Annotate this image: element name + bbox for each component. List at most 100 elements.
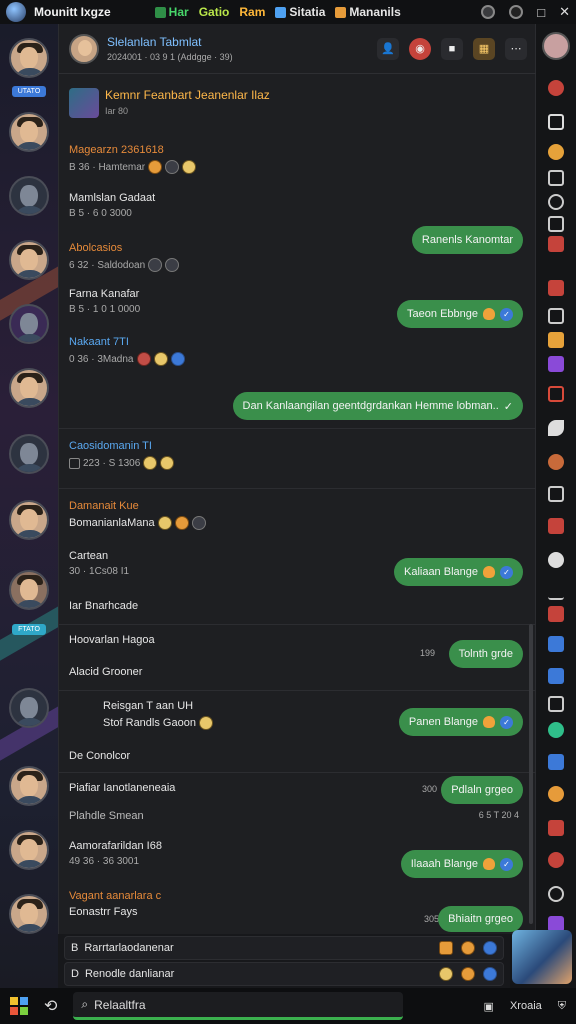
sticker-icon[interactable] [548, 454, 564, 470]
bookmark-icon[interactable] [548, 820, 564, 836]
record-icon[interactable] [548, 80, 564, 96]
windows-start-icon[interactable] [10, 997, 28, 1015]
message[interactable]: Iar Bnarhcade [69, 600, 138, 612]
contact-avatar[interactable] [9, 38, 49, 78]
menu-item-mananils[interactable]: Mananils [335, 5, 401, 19]
menu-item-sitatia[interactable]: Sitatia [275, 5, 325, 19]
maximize-button[interactable]: □ [537, 5, 545, 20]
menu-item-ram[interactable]: Ram [239, 5, 265, 19]
send-icon[interactable] [548, 386, 564, 402]
message[interactable]: Abolcasios 6 32 · Saldodoan [69, 242, 180, 272]
moon-icon[interactable] [548, 886, 564, 902]
contact-avatar[interactable] [9, 688, 49, 728]
contact-avatar[interactable] [9, 368, 49, 408]
send-icon[interactable] [483, 941, 497, 955]
camera-icon[interactable] [509, 5, 524, 19]
close-button[interactable]: ✕ [559, 4, 570, 20]
message[interactable]: Mamlslan Gadaat B 5 · 6 0 3000 [69, 192, 155, 219]
settings-icon[interactable] [548, 754, 564, 770]
minimize-icon[interactable] [548, 584, 564, 600]
contact-avatar[interactable] [9, 112, 49, 152]
message[interactable]: Plahdle Smean [69, 810, 144, 822]
emoji-icon[interactable] [439, 967, 453, 981]
message[interactable]: Reisgan T aan UH Stof Randls Gaoon [69, 700, 213, 730]
flag-icon[interactable] [548, 236, 564, 252]
outgoing-bubble[interactable]: Dan Kanlaangilan geentdgrdankan Hemme lo… [232, 392, 523, 420]
message[interactable]: Aamorafarildan I68 49 36 · 36 3001 [69, 840, 162, 867]
clock-icon[interactable] [548, 194, 564, 210]
grid-icon[interactable]: ▦ [473, 37, 495, 60]
outgoing-bubble[interactable]: Tolnth grde [448, 640, 523, 668]
copy-icon[interactable] [548, 114, 564, 130]
contact-avatar[interactable] [9, 830, 49, 870]
coin-icon[interactable] [548, 786, 564, 802]
message[interactable]: Piafiar Ianotlaneneaia [69, 782, 175, 794]
message[interactable]: Cartean 30 · 1Cs08 I1 [69, 550, 129, 577]
menu-item-gatio[interactable]: Gatio [199, 5, 230, 19]
message[interactable]: Alacid Grooner [69, 666, 142, 678]
play-icon[interactable] [548, 606, 564, 622]
composer-text[interactable]: Renodle danlianar [85, 968, 174, 980]
hashtag-icon[interactable] [548, 518, 564, 534]
window-icon[interactable]: ▣ [484, 1000, 494, 1013]
record-icon[interactable] [481, 5, 496, 19]
message[interactable]: De Conolcor [69, 750, 130, 762]
composer-row[interactable]: B Rarrtarlaodanenar [64, 936, 504, 960]
composer-row[interactable]: D Renodle danlianar [64, 962, 504, 986]
pinned-message[interactable]: Kemnr Feanbart Jeanenlar Ilaz Iar 80 [69, 88, 270, 118]
share-icon[interactable] [548, 722, 564, 738]
contact-avatar[interactable] [9, 176, 49, 216]
voice-icon[interactable] [483, 967, 497, 981]
inbox-icon[interactable] [548, 170, 564, 186]
shield-icon[interactable]: ⛨ [558, 1000, 566, 1013]
message[interactable]: Magearzn 2361618 B 36 · Hamtemar [69, 144, 197, 174]
menu-item-har[interactable]: Har [154, 5, 189, 19]
globe-icon[interactable] [548, 552, 564, 568]
heart-icon[interactable] [548, 852, 564, 868]
message[interactable]: Hoovarlan Hagoa [69, 634, 155, 646]
pin-icon[interactable] [548, 280, 564, 296]
leaf-icon[interactable] [548, 420, 564, 436]
contact-avatar[interactable] [9, 570, 49, 610]
message[interactable]: Vagant aanarlara c Eonastrr Fays [69, 890, 161, 918]
sticker-preview[interactable] [512, 930, 572, 984]
contact-avatar[interactable] [9, 500, 49, 540]
outgoing-bubble[interactable]: Bhiaitn grgeo [438, 906, 523, 932]
chat-icon[interactable] [548, 636, 564, 652]
telegram-icon[interactable] [548, 668, 564, 684]
avatar[interactable] [542, 32, 570, 60]
back-icon[interactable]: ⟲ [44, 996, 57, 1016]
mail-icon[interactable] [548, 308, 564, 324]
outgoing-bubble[interactable]: Kaliaan Blange ✓ [393, 558, 523, 586]
profile-icon[interactable]: 👤 [377, 37, 399, 60]
chat-scrollbar[interactable] [529, 624, 533, 924]
checkbox-icon[interactable] [69, 457, 80, 469]
save-icon[interactable]: ■ [441, 37, 463, 60]
emoji-icon[interactable] [548, 144, 564, 160]
outgoing-bubble[interactable]: Taeon Ebbnge ✓ [397, 300, 523, 328]
outgoing-bubble[interactable]: Pdlaln grgeo [441, 776, 523, 804]
box-icon[interactable] [548, 696, 564, 712]
sticker-icon[interactable] [461, 941, 475, 955]
mask-icon[interactable]: ◉ [409, 37, 431, 60]
contact-avatar[interactable] [9, 240, 49, 280]
bolt-icon[interactable] [548, 356, 564, 372]
contact-avatar[interactable] [9, 304, 49, 344]
folder-icon[interactable] [548, 216, 564, 232]
outgoing-bubble[interactable]: Panen Blange ✓ [398, 708, 523, 736]
chat-avatar[interactable] [69, 33, 99, 64]
message[interactable]: Damanait Kue BomanianlaMana [69, 500, 206, 530]
contact-avatar[interactable] [9, 434, 49, 474]
message[interactable]: Nakaant 7TI 0 36 · 3Madna [69, 336, 185, 366]
outgoing-bubble[interactable]: Ilaaah Blange ✓ [400, 850, 523, 878]
contact-avatar[interactable] [9, 894, 49, 934]
composer-text[interactable]: Rarrtarlaodanenar [84, 942, 173, 954]
more-icon[interactable]: ⋯ [505, 37, 527, 60]
outgoing-bubble[interactable]: Ranenls Kanomtar [411, 226, 523, 254]
message[interactable]: Farna Kanafar B 5 · 1 0 1 0000 [69, 288, 140, 315]
mail-icon[interactable] [548, 486, 564, 502]
contact-avatar[interactable] [9, 766, 49, 806]
gif-icon[interactable] [461, 967, 475, 981]
attachment-icon[interactable] [439, 941, 453, 955]
tag-icon[interactable] [548, 332, 564, 348]
